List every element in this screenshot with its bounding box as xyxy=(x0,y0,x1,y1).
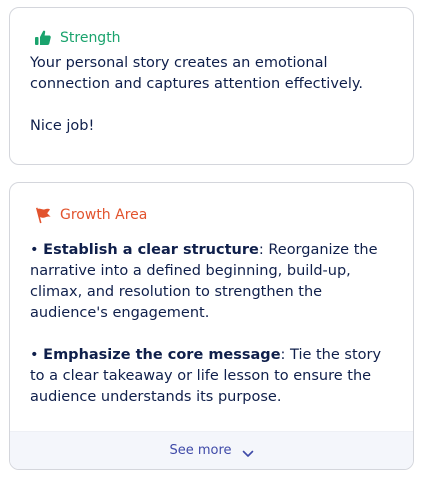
strength-text: Your personal story creates an emotional… xyxy=(30,55,363,92)
bullet-heading: Emphasize the core message xyxy=(43,347,281,363)
see-more-label: See more xyxy=(169,443,232,458)
flag-icon xyxy=(33,205,53,225)
growth-bullet: • Emphasize the core message: Tie the st… xyxy=(30,345,400,408)
strength-title: Strength xyxy=(60,30,121,46)
strength-header: Strength xyxy=(33,28,121,48)
chevron-down-icon xyxy=(242,447,254,457)
strength-card: Strength Your personal story creates an … xyxy=(9,7,414,165)
bullet-marker: • xyxy=(30,242,39,258)
bullet-marker: • xyxy=(30,347,39,363)
growth-bullet: • Establish a clear structure: Reorganiz… xyxy=(30,240,400,324)
bullet-heading: Establish a clear structure xyxy=(43,242,259,258)
growth-title: Growth Area xyxy=(60,207,148,223)
growth-area-card: Growth Area • Establish a clear structur… xyxy=(9,182,414,470)
strength-extra-text: Nice job! xyxy=(30,118,95,134)
thumbs-up-icon xyxy=(33,28,53,48)
see-more-button[interactable]: See more xyxy=(10,431,413,469)
growth-header: Growth Area xyxy=(33,205,147,225)
